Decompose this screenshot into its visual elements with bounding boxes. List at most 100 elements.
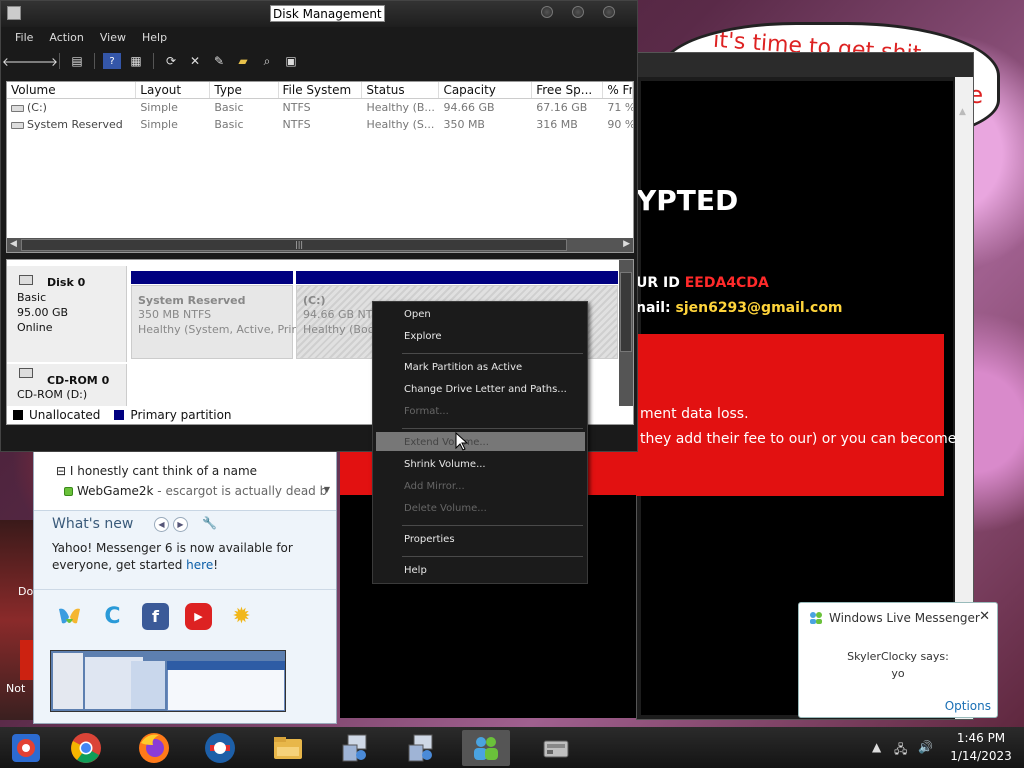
clock-time[interactable]: 1:46 PM	[946, 731, 1016, 745]
file-explorer-icon[interactable]	[266, 730, 310, 766]
messenger-notification[interactable]: Windows Live Messenger ✕ SkylerClocky sa…	[798, 602, 998, 718]
notification-options-link[interactable]: Options	[945, 699, 991, 713]
volume-name: System Reserved	[27, 118, 123, 131]
window-titlebar[interactable]: Disk Management	[1, 1, 637, 27]
msn-butterfly-icon[interactable]	[56, 603, 83, 630]
menu-item-extend-volume: Extend Volume...	[404, 437, 489, 448]
next-icon[interactable]: ▶	[173, 517, 188, 532]
contact-group-icon: ⊟	[56, 464, 67, 478]
divider	[34, 589, 336, 590]
scrollbar-thumb[interactable]	[620, 272, 632, 352]
sun-icon[interactable]: ✹	[228, 603, 255, 630]
wrench-icon[interactable]: 🔧	[202, 516, 217, 530]
chrome-icon[interactable]	[64, 730, 108, 766]
chrome-app-icon[interactable]	[4, 730, 48, 766]
dropdown-arrow-icon[interactable]: ▼	[324, 485, 330, 494]
app-icon[interactable]	[7, 6, 21, 20]
cell-volume: (C:)	[7, 99, 136, 116]
disk-management-icon[interactable]	[534, 730, 578, 766]
horizontal-scrollbar[interactable]: ◀ ||| ▶	[7, 238, 633, 252]
delete-icon[interactable]: ✕	[186, 53, 204, 69]
menu-item-delete-volume: Delete Volume...	[404, 503, 487, 514]
whats-new-link[interactable]: here	[186, 558, 213, 572]
close-icon[interactable]	[603, 6, 615, 18]
rescan-icon[interactable]: ✎	[210, 53, 228, 69]
settings-icon[interactable]: ▣	[282, 53, 300, 69]
maximize-icon[interactable]	[572, 6, 584, 18]
forward-icon[interactable]: 🡒	[26, 53, 58, 69]
properties-icon[interactable]: ▦	[127, 53, 145, 69]
cell-layout: Simple	[140, 118, 178, 131]
scrollbar-thumb[interactable]	[21, 239, 567, 251]
disk0-label[interactable]: Disk 0 Basic 95.00 GB Online	[7, 266, 127, 362]
explore-icon[interactable]: ⌕	[258, 53, 276, 69]
back-icon[interactable]: 🡐	[2, 53, 34, 69]
volume-list: Volume Layout Type File System Status Ca…	[6, 81, 634, 253]
cdrom-label[interactable]: CD-ROM 0 CD-ROM (D:)	[7, 364, 127, 406]
contact-item[interactable]: WebGame2k - escargot is actually dead b	[64, 484, 327, 498]
menu-item-help[interactable]: Help	[404, 565, 427, 576]
facebook-icon[interactable]: f	[142, 603, 169, 630]
col-status[interactable]: Status	[362, 82, 440, 98]
messenger-screenshot-thumbnail	[50, 650, 286, 712]
minimize-icon[interactable]	[541, 6, 553, 18]
legend-swatch-unallocated	[13, 410, 23, 420]
menu-item-shrink-volume[interactable]: Shrink Volume...	[404, 459, 486, 470]
legend-swatch-primary	[114, 410, 125, 420]
ransom-heading: YPTED	[636, 184, 739, 217]
scroll-up-icon[interactable]: ▲	[959, 107, 966, 117]
mouse-cursor-icon	[455, 432, 469, 451]
youtube-icon[interactable]: ▶	[185, 603, 212, 630]
col-free-space[interactable]: Free Sp...	[532, 82, 604, 98]
menu-help[interactable]: Help	[134, 27, 175, 49]
clock-date[interactable]: 1/14/2023	[946, 749, 1016, 763]
drive-icon	[11, 104, 24, 112]
menu-item-explore[interactable]: Explore	[404, 331, 442, 342]
previous-icon[interactable]: ◀	[154, 517, 169, 532]
open-icon[interactable]: ▰	[234, 53, 252, 69]
menu-item-add-mirror: Add Mirror...	[404, 481, 465, 492]
col-file-system[interactable]: File System	[279, 82, 363, 98]
contact-item[interactable]: ⊟ I honestly cant think of a name	[56, 464, 257, 478]
table-row[interactable]: System Reserved Simple Basic NTFS Health…	[7, 116, 633, 133]
edge-icon[interactable]	[198, 730, 242, 766]
menu-item-open[interactable]: Open	[404, 309, 431, 320]
cell-type: Basic	[214, 101, 244, 114]
refresh-icon[interactable]: ⟳	[162, 53, 180, 69]
ransom-window-titlebar[interactable]	[637, 53, 973, 77]
chrome-c-icon[interactable]: C	[99, 603, 126, 630]
network-setup-icon-2[interactable]	[400, 730, 444, 766]
network-setup-icon[interactable]	[334, 730, 378, 766]
menu-action[interactable]: Action	[41, 27, 91, 49]
table-row[interactable]: (C:) Simple Basic NTFS Healthy (B... 94.…	[7, 99, 633, 116]
help-icon[interactable]: ?	[103, 53, 121, 69]
col-capacity[interactable]: Capacity	[439, 82, 533, 98]
menu-view[interactable]: View	[92, 27, 134, 49]
menu-file[interactable]: File	[7, 27, 41, 49]
menu-item-properties[interactable]: Properties	[404, 534, 455, 545]
network-icon[interactable]: 🖧	[894, 740, 907, 761]
notification-sender: SkylerClocky says:	[847, 650, 949, 663]
cell-percent-free: 71 %	[607, 101, 633, 114]
messenger-icon[interactable]	[462, 730, 510, 766]
menu-item-mark-active[interactable]: Mark Partition as Active	[404, 362, 522, 373]
partition-system-reserved[interactable]: System Reserved 350 MB NTFS Healthy (Sys…	[131, 285, 298, 359]
menu-item-change-drive-letter[interactable]: Change Drive Letter and Paths...	[404, 384, 567, 395]
ransom-id-line: UR ID EEDA4CDA	[636, 275, 769, 291]
scroll-left-icon[interactable]: ◀	[10, 239, 17, 249]
show-hide-tree-icon[interactable]: ▤	[68, 53, 86, 69]
firefox-icon[interactable]	[132, 730, 176, 766]
col-type[interactable]: Type	[210, 82, 279, 98]
col-volume[interactable]: Volume	[7, 82, 137, 98]
cell-free-space: 67.16 GB	[536, 101, 588, 114]
cell-capacity: 94.66 GB	[443, 101, 495, 114]
vertical-scrollbar[interactable]	[619, 260, 633, 406]
col-layout[interactable]: Layout	[136, 82, 211, 98]
volume-icon[interactable]: 🔊	[918, 740, 933, 754]
quick-launch-icons: C f ▶ ✹	[56, 603, 255, 630]
menu-separator	[402, 428, 583, 429]
scroll-right-icon[interactable]: ▶	[623, 239, 630, 249]
show-hidden-icons[interactable]: ▲	[872, 740, 881, 754]
col-percent-free[interactable]: % Fr	[603, 82, 633, 98]
close-icon[interactable]: ✕	[979, 609, 990, 624]
